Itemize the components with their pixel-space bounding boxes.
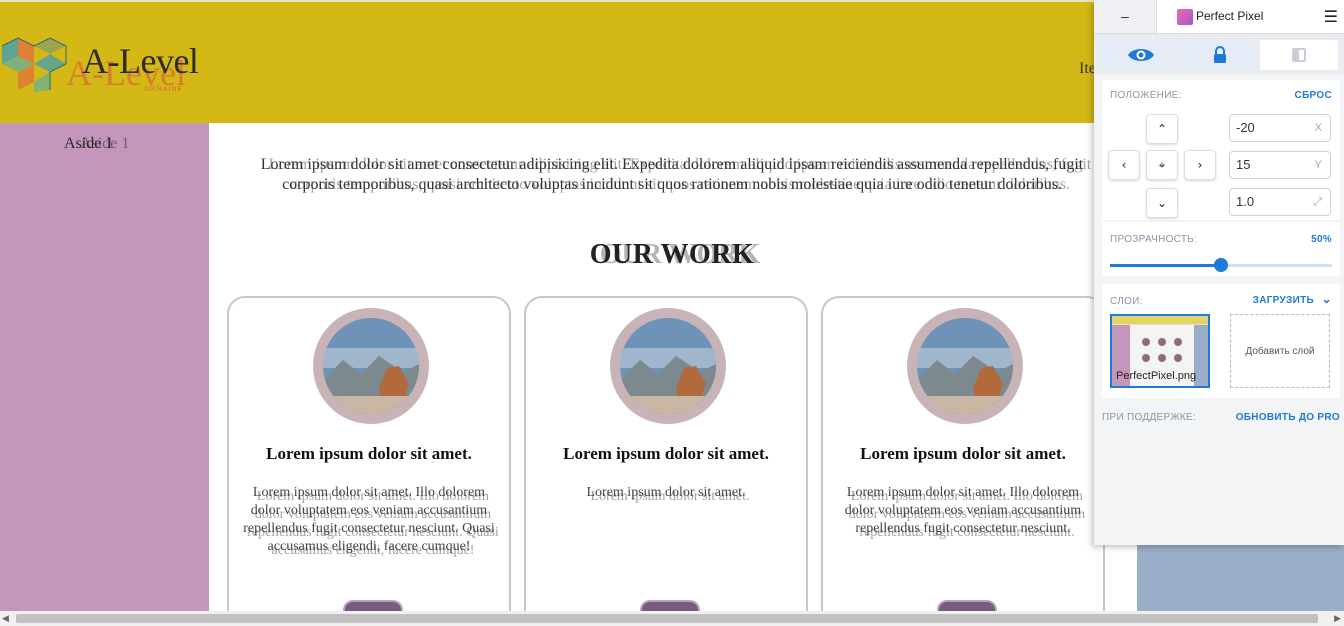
opacity-slider[interactable]: [1110, 258, 1332, 272]
right-strip: [1137, 540, 1344, 615]
position-section: ПОЛОЖЕНИЕ: СБРОС ⌃ ‹ ⌖ › ⌄ -20 X 15 Y 1.…: [1102, 80, 1340, 220]
move-left-button[interactable]: ‹: [1108, 150, 1140, 180]
horizontal-scrollbar[interactable]: ◀ ▶: [0, 611, 1344, 626]
lock-button[interactable]: [1181, 40, 1259, 70]
card-image: [610, 308, 726, 424]
x-offset-value: -20: [1236, 120, 1255, 135]
layers-label: СЛОИ:: [1110, 296, 1143, 307]
logo-text: A-Level: [82, 41, 199, 81]
move-right-button[interactable]: ›: [1184, 150, 1216, 180]
center-button[interactable]: ⌖: [1146, 150, 1178, 180]
main-content: Lorem ipsum dolor sit amet consectetur a…: [209, 123, 1135, 615]
section-title: OUR WORK: [589, 239, 755, 270]
aside: Aside 1 Aside 1: [0, 123, 209, 615]
card-text: Lorem ipsum dolor sit amet. Illo dolorem…: [243, 485, 495, 554]
layer-thumbnail[interactable]: PerfectPixel.png: [1110, 314, 1210, 388]
toggle-visibility-button[interactable]: [1102, 40, 1180, 70]
eye-icon: [1128, 49, 1154, 61]
upload-button[interactable]: ЗАГРУЗИТЬ: [1253, 295, 1314, 306]
card-title: Lorem ipsum dolor sit amet.: [860, 444, 1066, 463]
thumb-dot: [1142, 338, 1150, 346]
scale-input[interactable]: 1.0 ⤢: [1229, 188, 1331, 216]
landscape-image: [917, 318, 1013, 414]
logo[interactable]: A-Level A-Level UKRAINE: [0, 34, 210, 96]
scroll-right-icon[interactable]: ▶: [1334, 614, 1341, 624]
opacity-slider-fill: [1110, 264, 1221, 267]
card-title: Lorem ipsum dolor sit amet.: [563, 444, 769, 463]
x-offset-input[interactable]: -20 X: [1229, 114, 1331, 142]
logo-cube-icon: [1, 37, 67, 92]
x-axis-label: X: [1314, 122, 1322, 134]
card-title: Lorem ipsum dolor sit amet.: [266, 444, 472, 463]
chevron-right-icon: ›: [1197, 158, 1203, 172]
logo-subtitle: UKRAINE: [145, 86, 184, 93]
card-text: Lorem ipsum dolor sit amet.: [586, 485, 746, 500]
card-text: Lorem ipsum dolor sit amet. Illo dolorem…: [844, 485, 1082, 536]
work-card: Lorem ipsum dolor sit amet. Lorem ipsum …: [227, 296, 511, 615]
opacity-value: 50%: [1311, 234, 1332, 245]
intro-text: Lorem ipsum dolor sit amet consectetur a…: [260, 156, 1084, 193]
lock-icon: [1214, 46, 1226, 63]
y-offset-input[interactable]: 15 Y: [1229, 151, 1331, 179]
card-image: [313, 308, 429, 424]
perfect-pixel-logo-icon: [1177, 9, 1193, 25]
card-image: [907, 308, 1023, 424]
upgrade-pro-link[interactable]: ОБНОВИТЬ ДО PRO: [1236, 412, 1340, 423]
hamburger-menu-icon[interactable]: ☰: [1324, 7, 1338, 26]
scale-value: 1.0: [1236, 194, 1255, 209]
work-card: Lorem ipsum dolor sit amet. Lorem ipsum …: [821, 296, 1105, 615]
thumb-dot: [1174, 354, 1182, 362]
site-header: A-Level A-Level UKRAINE Ite: [0, 0, 1135, 123]
support-label: ПРИ ПОДДЕРЖКЕ:: [1102, 412, 1197, 423]
minimize-button[interactable]: –: [1094, 0, 1157, 33]
chevron-left-icon: ‹: [1121, 158, 1127, 172]
panel-title: Perfect Pixel: [1196, 9, 1264, 23]
opacity-section: ПРОЗРАЧНОСТЬ: 50%: [1102, 222, 1340, 276]
invert-button[interactable]: [1260, 40, 1338, 70]
thumb-dot: [1174, 338, 1182, 346]
invert-icon: [1292, 48, 1306, 62]
scale-icon: ⤢: [1313, 196, 1322, 208]
landscape-image: [323, 318, 419, 414]
scroll-left-icon[interactable]: ◀: [2, 614, 9, 624]
position-label: ПОЛОЖЕНИЕ:: [1110, 90, 1182, 101]
layer-name: PerfectPixel.png: [1116, 370, 1197, 382]
layers-section: СЛОИ: ЗАГРУЗИТЬ ⌄ PerfectPixel.png Добав…: [1102, 284, 1340, 398]
chevron-down-icon[interactable]: ⌄: [1322, 292, 1332, 306]
thumb-dot: [1142, 354, 1150, 362]
y-offset-value: 15: [1236, 157, 1251, 172]
add-layer-button[interactable]: Добавить слой: [1230, 314, 1330, 388]
thumb-dot: [1158, 354, 1166, 362]
panel-toolbar: [1094, 34, 1344, 74]
landscape-image: [620, 318, 716, 414]
opacity-label: ПРОЗРАЧНОСТЬ:: [1110, 234, 1198, 245]
work-card: Lorem ipsum dolor sit amet. Lorem ipsum …: [524, 296, 808, 615]
opacity-slider-thumb[interactable]: [1214, 258, 1228, 272]
aside-title: Aside 1: [64, 135, 114, 152]
thumb-dot: [1158, 338, 1166, 346]
panel-header: – Perfect Pixel ☰: [1094, 0, 1344, 34]
scrollbar-thumb[interactable]: [16, 614, 1318, 623]
move-up-button[interactable]: ⌃: [1146, 114, 1178, 144]
reset-button[interactable]: СБРОС: [1295, 90, 1332, 101]
crosshair-icon: ⌖: [1158, 158, 1166, 172]
perfect-pixel-panel: – Perfect Pixel ☰ ПОЛОЖЕНИЕ: СБРОС ⌃ ‹ ⌖…: [1094, 0, 1344, 545]
move-down-button[interactable]: ⌄: [1146, 188, 1178, 218]
chevron-down-icon: ⌄: [1156, 196, 1168, 210]
y-axis-label: Y: [1314, 159, 1322, 171]
chevron-up-icon: ⌃: [1156, 122, 1168, 136]
